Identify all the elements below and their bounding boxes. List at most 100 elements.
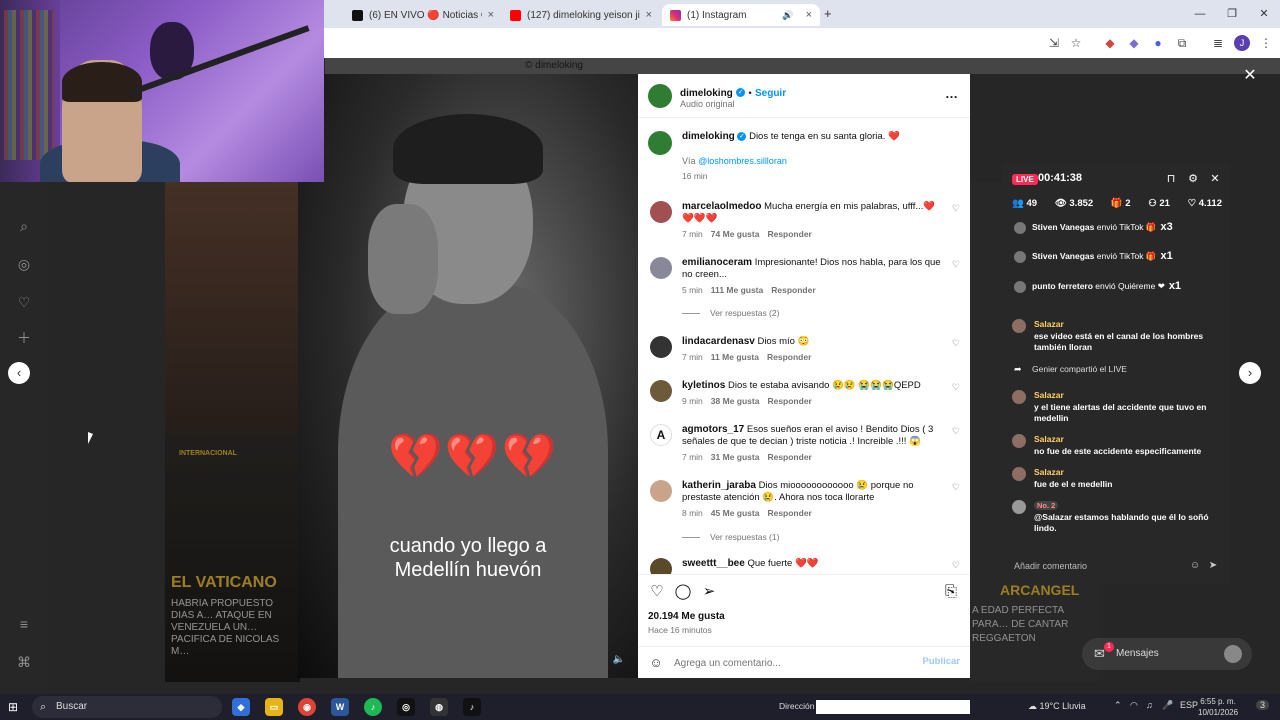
media-control-icon[interactable]: ≣ [1210, 35, 1226, 51]
comment-username[interactable]: lindacardenasv [682, 336, 755, 347]
view-replies-button[interactable]: Ver respuestas (2) [682, 308, 779, 318]
speaker-icon[interactable]: 🔊 [782, 10, 793, 21]
like-comment-icon[interactable]: ♡ [952, 482, 960, 493]
comment-username[interactable]: katherin_jaraba [682, 480, 756, 491]
more-options-icon[interactable]: … [945, 86, 958, 101]
like-comment-icon[interactable]: ♡ [952, 203, 960, 214]
previous-post-button[interactable]: ‹ [8, 362, 30, 384]
language-indicator[interactable]: ESP [1180, 700, 1198, 710]
close-tab-icon[interactable]: × [488, 9, 494, 21]
avatar[interactable] [650, 201, 672, 223]
comment-likes[interactable]: 38 Me gusta [711, 396, 760, 406]
mute-icon[interactable]: 🔈 [611, 652, 627, 668]
clock[interactable]: 6:55 p. m. 10/01/2026 [1198, 696, 1238, 718]
avatar[interactable] [650, 257, 672, 279]
lock-icon[interactable]: ⊓ [1164, 172, 1178, 186]
reply-button[interactable]: Responder [767, 508, 811, 518]
comment-username[interactable]: kyletinos [682, 380, 725, 391]
add-comment-input[interactable]: Añadir comentario [1010, 556, 1190, 576]
share-icon[interactable]: ➢ [700, 583, 718, 601]
comment-likes[interactable]: 31 Me gusta [711, 452, 760, 462]
obs-icon[interactable]: ◍ [430, 698, 448, 716]
like-comment-icon[interactable]: ♡ [952, 259, 960, 270]
comment-likes[interactable]: 45 Me gusta [711, 508, 760, 518]
avatar[interactable] [650, 380, 672, 402]
reply-button[interactable]: Responder [771, 285, 815, 295]
tab-instagram[interactable]: (1) Instagram 🔊 × [662, 4, 820, 26]
like-comment-icon[interactable]: ♡ [952, 338, 960, 349]
reply-button[interactable]: Responder [767, 452, 811, 462]
chrome-icon[interactable]: ◉ [298, 698, 316, 716]
comment-icon[interactable]: ◯ [674, 583, 692, 601]
profile-avatar[interactable]: J [1234, 35, 1250, 51]
weather-widget[interactable]: ☁ 19°C Lluvia [1028, 701, 1086, 712]
comment-username[interactable]: emilianoceram [682, 257, 752, 268]
new-tab-button[interactable]: + [824, 6, 832, 21]
menu-dots-icon[interactable]: ⋮ [1258, 35, 1274, 51]
post-username[interactable]: dimeloking [680, 88, 733, 99]
save-icon[interactable]: ⎘ [942, 583, 960, 601]
comments-list[interactable]: dimeloking ✓ Dios te tenga en su santa g… [638, 118, 970, 574]
close-modal-icon[interactable]: ✕ [1242, 68, 1258, 84]
like-comment-icon[interactable]: ♡ [952, 560, 960, 571]
tab-noticias[interactable]: (6) EN VIVO 🔴 Noticias Carac… × [344, 4, 502, 26]
close-icon[interactable]: ✕ [1208, 172, 1222, 186]
comment-likes[interactable]: 11 Me gusta [711, 352, 759, 362]
reply-button[interactable]: Responder [767, 396, 811, 406]
comment-username[interactable]: marcelaolmedoo [682, 201, 761, 212]
settings-icon[interactable]: ⚙ [1186, 172, 1200, 186]
emoji-icon[interactable]: ☺ [1188, 559, 1202, 573]
copilot-icon[interactable]: ◆ [232, 698, 250, 716]
address-input[interactable] [816, 700, 970, 714]
avatar[interactable] [648, 84, 672, 108]
word-icon[interactable]: W [331, 698, 349, 716]
close-window-icon[interactable]: ✕ [1248, 0, 1280, 28]
close-tab-icon[interactable]: × [806, 9, 812, 21]
avatar[interactable] [650, 336, 672, 358]
follow-button[interactable]: Seguir [755, 88, 786, 99]
emoji-icon[interactable]: ☺ [648, 655, 664, 671]
via-link[interactable]: @loshombres.sillloran [698, 156, 787, 166]
like-icon[interactable]: ♡ [648, 583, 666, 601]
install-app-icon[interactable]: ⇲ [1046, 35, 1062, 51]
comment-username[interactable]: agmotors_17 [682, 424, 744, 435]
comment-likes[interactable]: 111 Me gusta [711, 285, 763, 295]
notification-badge[interactable]: 3 [1256, 700, 1270, 710]
bookmark-star-icon[interactable]: ☆ [1068, 35, 1084, 51]
like-comment-icon[interactable]: ♡ [952, 382, 960, 393]
avatar[interactable] [648, 131, 672, 155]
view-replies-label[interactable]: Ver respuestas (1) [710, 532, 779, 542]
taskbar-search[interactable]: ⌕ Buscar [32, 696, 222, 718]
windows-start-icon[interactable]: ⊞ [8, 700, 22, 714]
wifi-icon[interactable]: ◠ [1130, 700, 1138, 711]
file-explorer-icon[interactable]: ▭ [265, 698, 283, 716]
extension-icon[interactable]: ◆ [1102, 35, 1118, 51]
view-replies-label[interactable]: Ver respuestas (2) [710, 308, 779, 318]
agmotors-logo-icon[interactable]: A [650, 424, 672, 446]
volume-icon[interactable]: ♫ [1146, 700, 1153, 710]
audio-label[interactable]: Audio original [680, 99, 735, 109]
comment-username[interactable]: sweettt__bee [682, 558, 745, 569]
avatar[interactable] [650, 558, 672, 574]
reply-button[interactable]: Responder [767, 352, 811, 362]
spotify-icon[interactable]: ♪ [364, 698, 382, 716]
microphone-icon[interactable]: 🎤 [1162, 700, 1173, 711]
reply-button[interactable]: Responder [767, 229, 811, 239]
extension-icon[interactable]: ◆ [1126, 35, 1142, 51]
comment-input[interactable] [674, 653, 914, 673]
likes-count[interactable]: 20.194 Me gusta [648, 611, 725, 622]
extensions-puzzle-icon[interactable]: ⧉ [1174, 35, 1190, 51]
view-replies-button[interactable]: Ver respuestas (1) [682, 532, 779, 542]
messages-button[interactable]: ✉ 1 Mensajes [1082, 638, 1252, 670]
extension-icon[interactable]: ● [1150, 35, 1166, 51]
close-tab-icon[interactable]: × [646, 9, 652, 21]
like-comment-icon[interactable]: ♡ [952, 426, 960, 437]
comment-likes[interactable]: 74 Me gusta [711, 229, 760, 239]
tiktok-icon[interactable]: ♪ [463, 698, 481, 716]
avatar[interactable] [650, 480, 672, 502]
app-icon[interactable]: ◎ [397, 698, 415, 716]
publish-button[interactable]: Publicar [923, 656, 961, 667]
restore-icon[interactable]: ❐ [1216, 0, 1248, 28]
send-icon[interactable]: ➤ [1206, 559, 1220, 573]
tab-youtube[interactable]: (127) dimeloking yeison jimene… × [502, 4, 660, 26]
